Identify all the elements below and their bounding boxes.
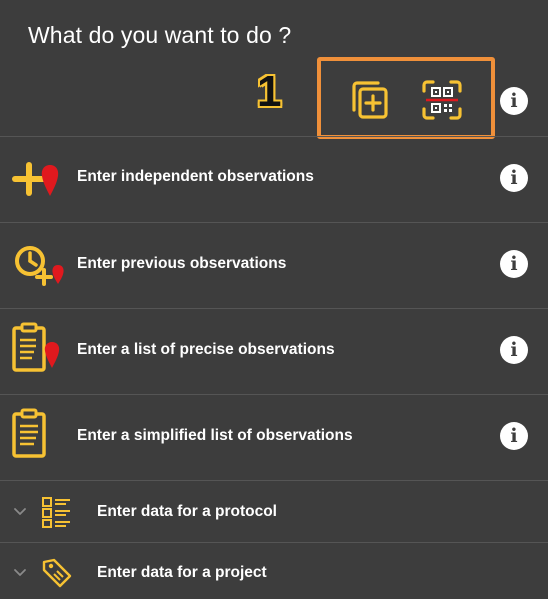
menu-item-simplified-list[interactable]: Enter a simplified list of observations … bbox=[0, 394, 548, 480]
clipboard-icon bbox=[12, 408, 46, 458]
expandable-label: Enter data for a project bbox=[97, 564, 267, 581]
expandable-project[interactable]: Enter data for a project bbox=[0, 543, 548, 599]
info-button-previous[interactable]: i bbox=[500, 250, 528, 278]
info-icon: i bbox=[510, 167, 518, 189]
qr-scan-icon bbox=[422, 80, 462, 120]
menu-item-independent-observations[interactable]: Enter independent observations i bbox=[0, 136, 548, 222]
header-info-button[interactable]: i bbox=[500, 87, 528, 115]
info-icon: i bbox=[510, 425, 518, 447]
expandable-label: Enter data for a protocol bbox=[97, 503, 277, 520]
add-copy-button[interactable] bbox=[346, 76, 394, 124]
chevron-down-icon bbox=[14, 508, 26, 515]
info-button-precise[interactable]: i bbox=[500, 336, 528, 364]
info-icon: i bbox=[510, 253, 518, 275]
menu-item-label: Enter previous observations bbox=[77, 255, 287, 272]
menu-item-previous-observations[interactable]: Enter previous observations i bbox=[0, 222, 548, 308]
info-button-independent[interactable]: i bbox=[500, 164, 528, 192]
info-icon: i bbox=[510, 90, 518, 112]
chevron-down-icon bbox=[14, 569, 26, 576]
menu-item-precise-list[interactable]: Enter a list of precise observations i bbox=[0, 308, 548, 394]
qr-scan-button[interactable] bbox=[418, 76, 466, 124]
divider bbox=[0, 480, 548, 481]
menu-item-label: Enter a simplified list of observations bbox=[77, 427, 353, 444]
menu-item-label: Enter a list of precise observations bbox=[77, 341, 335, 358]
clock-plus-marker-icon bbox=[15, 246, 64, 286]
clipboard-marker-icon bbox=[12, 322, 60, 372]
add-copy-icon bbox=[352, 81, 388, 119]
info-button-simplified[interactable]: i bbox=[500, 422, 528, 450]
expandable-protocol[interactable]: Enter data for a protocol bbox=[0, 482, 548, 542]
tag-icon bbox=[42, 558, 72, 588]
protocol-list-icon bbox=[42, 497, 70, 528]
page-title: What do you want to do ? bbox=[28, 22, 292, 48]
menu-item-label: Enter independent observations bbox=[77, 168, 314, 185]
screen: What do you want to do ? 1 i Enter indep… bbox=[0, 0, 548, 599]
annotation-number: 1 bbox=[257, 67, 282, 116]
info-icon: i bbox=[510, 339, 518, 361]
highlight-box bbox=[317, 57, 495, 139]
plus-marker-icon bbox=[12, 162, 59, 196]
